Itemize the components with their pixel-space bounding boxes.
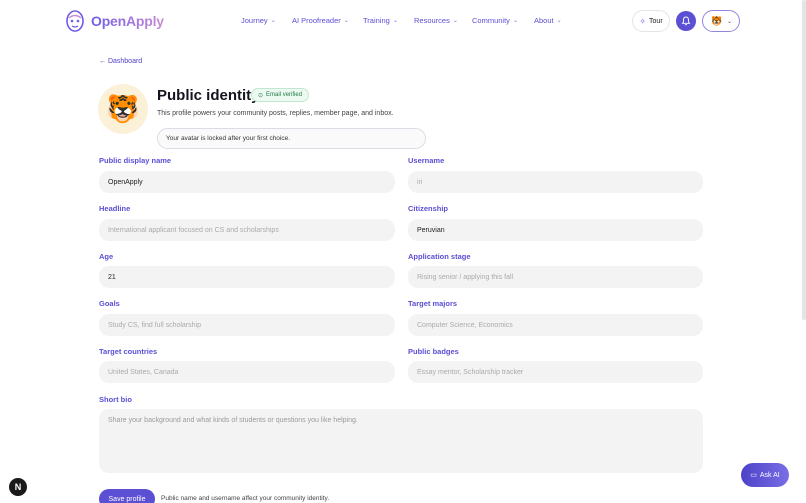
nav-journey[interactable]: Journey ⌄	[241, 16, 292, 25]
nav-community[interactable]: Community ⌄	[472, 16, 534, 25]
tour-button[interactable]: ✧ Tour	[632, 10, 670, 32]
headline-input[interactable]: International applicant focused on CS an…	[99, 219, 395, 241]
logo-mark-icon	[66, 10, 84, 32]
nav-ai-proofreader[interactable]: AI Proofreader ⌄	[292, 16, 363, 25]
check-circle-icon: ⊙	[258, 92, 264, 99]
top-navbar: OpenApply Journey ⌄ AI Proofreader ⌄ Train…	[0, 0, 806, 44]
short-bio-label: Short bio	[99, 395, 132, 404]
avatar-lock-notice: Your avatar is locked after your first c…	[157, 128, 426, 149]
main-nav: Journey ⌄ AI Proofreader ⌄ Training ⌄ Resou…	[241, 16, 574, 25]
chevron-down-icon: ⌄	[343, 18, 349, 24]
nav-resources[interactable]: Resources ⌄	[414, 16, 472, 25]
badge-label: Email verified	[266, 92, 303, 98]
age-input[interactable]: 21	[99, 266, 395, 288]
dev-tools-badge[interactable]: N	[9, 478, 27, 496]
profile-avatar[interactable]: 🐯	[98, 84, 148, 134]
ask-ai-button[interactable]: ▭ Ask AI	[741, 463, 789, 487]
save-profile-button[interactable]: Save profile	[99, 489, 155, 503]
bell-icon	[681, 16, 691, 26]
nav-about[interactable]: About ⌄	[534, 16, 574, 25]
avatar: 🐯	[711, 15, 723, 26]
notifications-button[interactable]	[676, 11, 696, 31]
chevron-down-icon: ⌄	[392, 18, 398, 24]
username-label: Username	[408, 156, 445, 165]
display-name-input[interactable]: OpenApply	[99, 171, 395, 193]
target-majors-label: Target majors	[408, 299, 458, 308]
save-note: Public name and username affect your com…	[161, 495, 330, 502]
target-majors-input[interactable]: Computer Science, Economics	[408, 314, 703, 336]
chevron-down-icon: ⌄	[512, 18, 518, 24]
target-countries-input[interactable]: United States, Canada	[99, 361, 395, 383]
goals-input[interactable]: Study CS, find full scholarship	[99, 314, 395, 336]
chat-icon: ▭	[750, 472, 757, 479]
nav-label: Training	[363, 16, 390, 25]
nav-label: Journey	[241, 16, 268, 25]
sparkle-icon: ✧	[639, 16, 647, 26]
brand-logo[interactable]: OpenApply	[64, 9, 164, 33]
display-name-label: Public display name	[99, 156, 172, 165]
nav-label: Resources	[414, 16, 450, 25]
nav-training[interactable]: Training ⌄	[363, 16, 414, 25]
application-stage-input[interactable]: Rising senior / applying this fall	[408, 266, 703, 288]
tour-label: Tour	[649, 17, 663, 25]
nav-label: Community	[472, 16, 510, 25]
public-badges-label: Public badges	[408, 347, 459, 356]
citizenship-input[interactable]: Peruvian	[408, 219, 703, 241]
brand-name: OpenApply	[91, 13, 164, 29]
public-badges-input[interactable]: Essay mentor, Scholarship tracker	[408, 361, 703, 383]
age-label: Age	[99, 252, 114, 261]
citizenship-label: Citizenship	[408, 204, 449, 213]
email-verified-badge: ⊙ Email verified	[251, 88, 310, 102]
goals-label: Goals	[99, 299, 120, 308]
nav-label: About	[534, 16, 554, 25]
back-to-dashboard-link[interactable]: ← Dashboard	[99, 58, 142, 65]
account-menu[interactable]: 🐯 ⌄	[702, 10, 740, 32]
scrollbar[interactable]	[802, 0, 806, 320]
nav-label: AI Proofreader	[292, 16, 341, 25]
short-bio-textarea[interactable]: Share your background and what kinds of …	[99, 409, 703, 473]
application-stage-label: Application stage	[408, 252, 471, 261]
chevron-down-icon: ⌄	[270, 18, 276, 24]
chevron-down-icon: ⌄	[556, 18, 562, 24]
target-countries-label: Target countries	[99, 347, 158, 356]
page-description: This profile powers your community posts…	[157, 110, 394, 117]
headline-label: Headline	[99, 204, 131, 213]
chevron-down-icon: ⌄	[452, 18, 458, 24]
username-input[interactable]: iri	[408, 171, 703, 193]
ask-ai-label: Ask AI	[759, 471, 780, 479]
chevron-down-icon: ⌄	[726, 18, 732, 25]
page-title: Public identity	[157, 87, 260, 104]
